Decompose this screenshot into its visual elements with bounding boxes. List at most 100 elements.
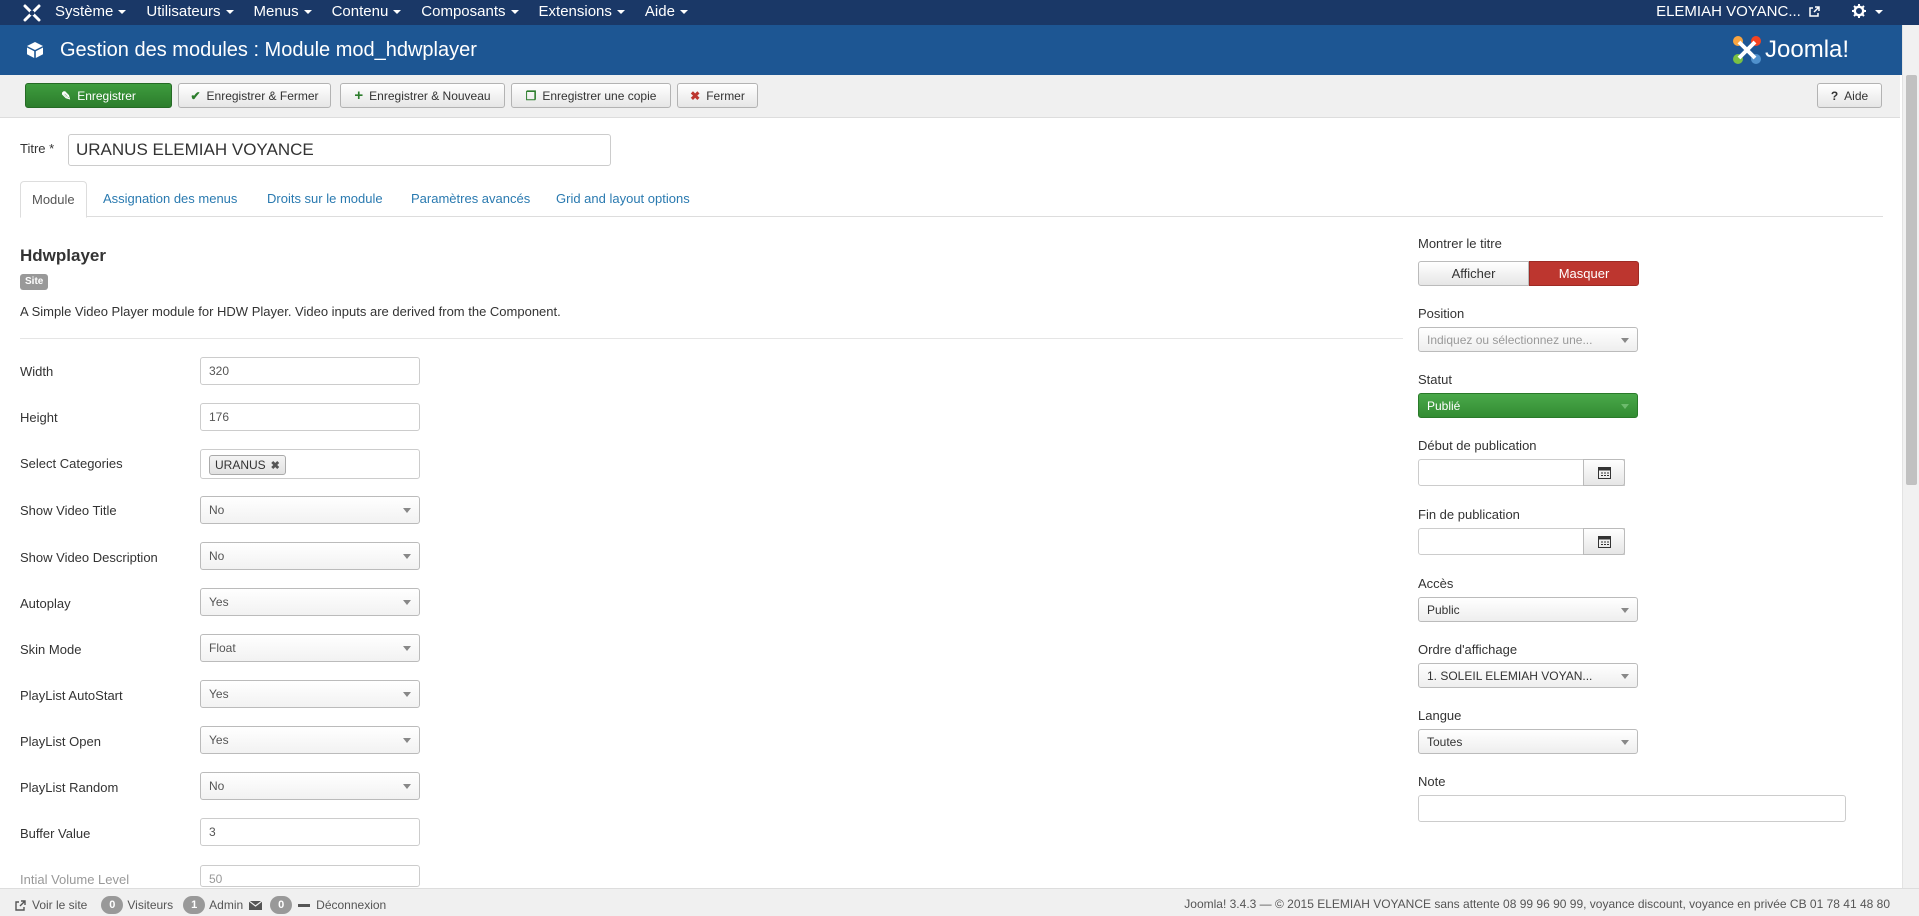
toolbar: ✎ Enregistrer ✔ Enregistrer & Fermer + Enre… xyxy=(0,75,1900,118)
menu-aide[interactable]: Aide xyxy=(645,3,688,20)
dropdown-arrow-icon xyxy=(1621,674,1629,679)
language-select[interactable]: Toutes xyxy=(1418,729,1638,754)
show-description-value: No xyxy=(209,549,225,563)
playlist-open-value: Yes xyxy=(209,733,229,747)
height-label: Height xyxy=(20,410,58,425)
ordering-label: Ordre d'affichage xyxy=(1418,642,1518,657)
envelope-icon[interactable] xyxy=(249,900,263,910)
tab-grid-layout[interactable]: Grid and layout options xyxy=(556,181,690,217)
menu-label: Composants xyxy=(421,3,506,20)
playlist-random-select[interactable]: No xyxy=(200,772,420,800)
save-new-button[interactable]: + Enregistrer & Nouveau xyxy=(340,83,505,108)
dropdown-arrow-icon xyxy=(403,600,411,605)
external-link-icon xyxy=(15,899,26,911)
tab-module[interactable]: Module xyxy=(20,181,87,218)
playlist-autostart-select[interactable]: Yes xyxy=(200,680,420,708)
publish-up-calendar-button[interactable] xyxy=(1583,459,1625,486)
show-title-select[interactable]: No xyxy=(200,496,420,524)
width-input[interactable]: 320 xyxy=(200,357,420,385)
menu-systeme[interactable]: Système xyxy=(55,3,127,20)
view-site-link[interactable]: Voir le site xyxy=(32,898,87,912)
menu-extensions[interactable]: Extensions xyxy=(539,3,625,20)
playlist-open-select[interactable]: Yes xyxy=(200,726,420,754)
dropdown-arrow-icon xyxy=(403,738,411,743)
access-value: Public xyxy=(1427,603,1460,617)
note-label: Note xyxy=(1418,774,1446,789)
show-title-label: Show Video Title xyxy=(20,503,117,518)
access-select[interactable]: Public xyxy=(1418,597,1638,622)
menu-utilisateurs[interactable]: Utilisateurs xyxy=(146,3,234,20)
caret-down-icon xyxy=(616,10,625,15)
tab-advanced[interactable]: Paramètres avancés xyxy=(411,181,530,217)
note-input[interactable] xyxy=(1418,795,1846,822)
help-button-label: Aide xyxy=(1844,88,1869,103)
page-scrollbar[interactable] xyxy=(1902,25,1919,888)
menu-contenu[interactable]: Contenu xyxy=(332,3,402,20)
publish-down-calendar-button[interactable] xyxy=(1583,528,1625,555)
publish-up-label: Début de publication xyxy=(1418,438,1537,453)
publish-down-label: Fin de publication xyxy=(1418,507,1520,522)
show-description-select[interactable]: No xyxy=(200,542,420,570)
help-button[interactable]: ? Aide xyxy=(1817,83,1882,108)
site-badge: Site xyxy=(20,274,49,290)
minus-icon xyxy=(298,903,311,907)
save-copy-button[interactable]: ❐ Enregistrer une copie xyxy=(511,83,671,108)
show-title-toggle: Afficher Masquer xyxy=(1418,261,1639,286)
caret-down-icon xyxy=(510,10,519,15)
save-button[interactable]: ✎ Enregistrer xyxy=(25,83,172,108)
skin-mode-label: Skin Mode xyxy=(20,642,82,657)
cube-icon xyxy=(27,42,43,58)
scrollbar-thumb[interactable] xyxy=(1906,75,1917,485)
categories-label: Select Categories xyxy=(20,456,123,471)
remove-chip-icon[interactable]: ✖ xyxy=(271,459,280,472)
status-value: Publié xyxy=(1427,399,1461,413)
user-menu[interactable] xyxy=(1851,3,1883,20)
playlist-random-value: No xyxy=(209,779,225,793)
ordering-select[interactable]: 1. SOLEIL ELEMIAH VOYAN... xyxy=(1418,663,1638,688)
site-link[interactable]: ELEMIAH VOYANC... xyxy=(1656,3,1820,20)
status-select[interactable]: Publié xyxy=(1418,393,1638,418)
joomla-logo-icon[interactable] xyxy=(23,4,41,22)
tab-menu-assignment[interactable]: Assignation des menus xyxy=(103,181,237,217)
check-icon: ✔ xyxy=(190,88,201,103)
position-select[interactable]: Indiquez ou sélectionnez une... xyxy=(1418,327,1638,352)
show-title-option-hide[interactable]: Masquer xyxy=(1529,261,1639,286)
dropdown-arrow-icon xyxy=(1621,608,1629,613)
tab-module-permissions[interactable]: Droits sur le module xyxy=(267,181,383,217)
access-label: Accès xyxy=(1418,576,1454,591)
external-link-icon xyxy=(1809,6,1820,17)
volume-input[interactable]: 50 xyxy=(200,865,420,887)
module-name: Hdwplayer xyxy=(20,246,106,265)
top-navbar: Système Utilisateurs Menus Contenu Compo… xyxy=(0,0,1919,25)
joomla-brand-text: Joomla! xyxy=(1765,36,1850,63)
logout-link[interactable]: Déconnexion xyxy=(316,898,386,912)
position-placeholder: Indiquez ou sélectionnez une... xyxy=(1427,333,1593,347)
title-input[interactable]: URANUS ELEMIAH VOYANCE xyxy=(68,134,611,166)
skin-mode-select[interactable]: Float xyxy=(200,634,420,662)
menu-label: Menus xyxy=(253,3,299,20)
cancel-icon: ✖ xyxy=(690,88,701,103)
categories-input[interactable]: URANUS ✖ xyxy=(200,449,420,479)
height-input[interactable]: 176 xyxy=(200,403,420,431)
save-copy-button-label: Enregistrer une copie xyxy=(542,88,657,103)
menu-label: Extensions xyxy=(538,3,612,20)
show-description-label: Show Video Description xyxy=(20,550,158,565)
admin-label: Admin xyxy=(209,898,244,912)
status-label: Statut xyxy=(1418,372,1452,387)
close-button[interactable]: ✖ Fermer xyxy=(677,83,758,108)
menu-composants[interactable]: Composants xyxy=(421,3,519,20)
playlist-autostart-value: Yes xyxy=(209,687,229,701)
autoplay-select[interactable]: Yes xyxy=(200,588,420,616)
show-title-option-show[interactable]: Afficher xyxy=(1418,261,1529,286)
buffer-label: Buffer Value xyxy=(20,826,91,841)
dropdown-arrow-icon xyxy=(1621,338,1629,343)
save-close-button[interactable]: ✔ Enregistrer & Fermer xyxy=(178,83,331,108)
status-bar: Voir le site 0 Visiteurs 1 Admin 0 Décon… xyxy=(0,888,1919,916)
autoplay-label: Autoplay xyxy=(20,596,71,611)
dropdown-arrow-icon xyxy=(403,508,411,513)
skin-mode-value: Float xyxy=(209,641,236,655)
dropdown-arrow-icon xyxy=(403,784,411,789)
menu-menus[interactable]: Menus xyxy=(254,3,312,20)
status-bar-left: Voir le site 0 Visiteurs 1 Admin 0 Décon… xyxy=(15,896,386,914)
buffer-input[interactable]: 3 xyxy=(200,818,420,846)
